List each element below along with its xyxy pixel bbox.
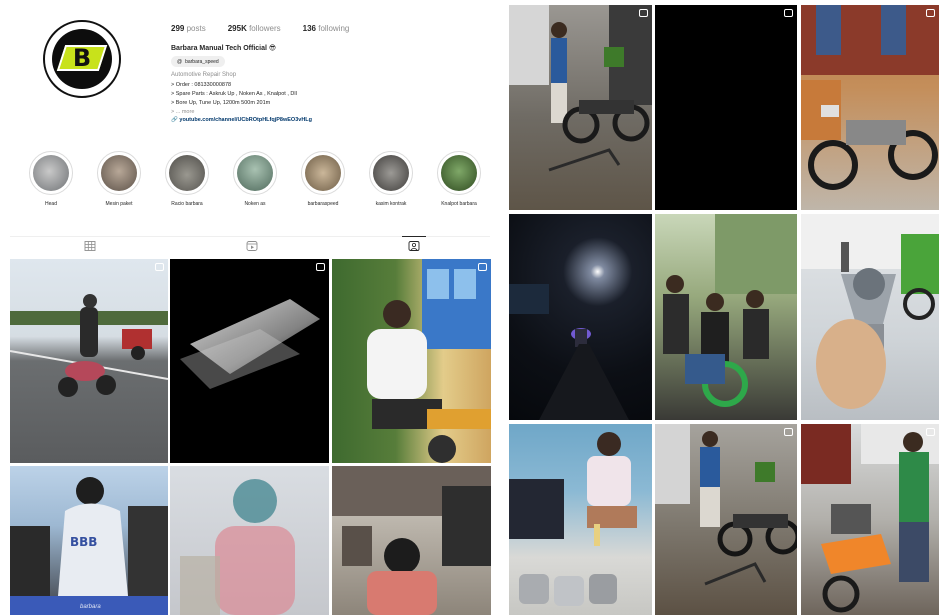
posts-stat[interactable]: 299 posts — [171, 24, 206, 33]
post-grid: BBB barbara — [10, 259, 491, 615]
post-grid-right — [509, 5, 939, 615]
highlight-thumbnail — [33, 155, 69, 191]
highlight-label: Head — [45, 201, 57, 207]
highlight-item[interactable]: Racio barbara — [164, 151, 210, 207]
profile-tabs — [10, 236, 490, 256]
active-tab-indicator — [402, 236, 426, 237]
highlight-label: Knalpot barbara — [441, 201, 477, 207]
brand-logo-icon: B — [52, 29, 112, 89]
post-image-motorcycle-stand — [509, 5, 652, 172]
highlight-label: Noken as — [244, 201, 266, 207]
highlight-item[interactable]: Knalpot barbara — [436, 151, 482, 207]
post-image-sitting-men — [509, 432, 637, 606]
reel-icon — [478, 263, 487, 271]
post-image-mechanic — [367, 259, 491, 463]
profile-page: B 299 posts 295K followers 136 following… — [0, 0, 500, 615]
profile-bio: > Order : 081330000878 > Spare Parts : A… — [171, 81, 421, 117]
following-stat[interactable]: 136 following — [303, 24, 350, 33]
highlight-thumbnail — [169, 155, 205, 191]
reel-icon — [926, 428, 935, 436]
post-thumbnail[interactable] — [332, 259, 491, 463]
highlight-thumbnail — [305, 155, 341, 191]
highlight-thumbnail — [101, 155, 137, 191]
svg-text:BBB: BBB — [70, 535, 97, 549]
post-thumbnail[interactable] — [170, 466, 329, 615]
post-thumbnail[interactable] — [655, 5, 797, 210]
highlight-label: barbaraspeed — [307, 201, 339, 207]
bio-more-link[interactable]: > ... more — [171, 108, 421, 117]
tagged-icon[interactable] — [408, 241, 420, 251]
post-thumbnail[interactable] — [655, 424, 797, 615]
profile-category: Automotive Repair Shop — [171, 72, 237, 78]
post-image-riders — [10, 294, 168, 397]
post-thumbnail[interactable] — [801, 214, 939, 420]
post-image-part-in-hand — [801, 214, 939, 409]
threads-icon: @ — [177, 58, 183, 65]
post-image-crowd: BBB — [10, 477, 168, 615]
post-image-bike-display — [801, 5, 939, 190]
highlight-label: Racio barbara — [171, 201, 203, 207]
highlight-item[interactable]: Head — [28, 151, 74, 207]
post-image-group-bike — [663, 214, 797, 407]
profile-stats: 299 posts 295K followers 136 following — [171, 24, 349, 33]
highlight-thumbnail — [373, 155, 409, 191]
highlight-item[interactable]: Noken as — [232, 151, 278, 207]
grid-icon[interactable] — [84, 241, 96, 251]
threads-handle: barbara_speed — [185, 58, 219, 65]
reel-icon — [926, 9, 935, 17]
followers-stat[interactable]: 295K followers — [228, 24, 281, 33]
post-image-orange-bike — [801, 424, 939, 613]
post-thumbnail[interactable] — [509, 424, 652, 615]
post-thumbnail[interactable] — [655, 214, 797, 420]
highlight-label: Mesin paket — [105, 201, 133, 207]
reel-icon — [639, 9, 648, 17]
bio-line: > Spare Parts : Askruk Up , Noken As , K… — [171, 91, 297, 97]
post-image-motorcycle-stand-2 — [655, 424, 797, 586]
highlight-item[interactable]: kasim kontrak — [368, 151, 414, 207]
profile-link[interactable]: 🔗 youtube.com/channel/UCbROtpHLfqjP8wEO3… — [171, 117, 312, 123]
highlight-thumbnail — [237, 155, 273, 191]
reel-icon — [316, 263, 325, 271]
bio-line: > Bore Up, Tune Up, 1200m 500m 201m — [171, 100, 271, 106]
profile-avatar[interactable]: B — [43, 20, 121, 98]
threads-badge[interactable]: @ barbara_speed — [171, 56, 225, 67]
link-icon: 🔗 — [171, 117, 178, 123]
post-watermark: barbara — [80, 604, 101, 610]
highlight-label: kasim kontrak — [375, 201, 407, 207]
post-thumbnail[interactable] — [801, 424, 939, 615]
reel-icon — [784, 9, 793, 17]
highlight-item[interactable]: Mesin paket — [96, 151, 142, 207]
post-thumbnail[interactable] — [509, 5, 652, 210]
highlight-item[interactable]: barbaraspeed — [300, 151, 346, 207]
post-thumbnail[interactable] — [170, 259, 329, 463]
reels-icon[interactable] — [246, 241, 258, 251]
highlight-thumbnail — [441, 155, 477, 191]
post-thumbnail[interactable] — [10, 259, 168, 463]
post-thumbnail[interactable] — [332, 466, 491, 615]
post-thumbnail[interactable] — [801, 5, 939, 210]
post-thumbnail[interactable]: BBB barbara — [10, 466, 168, 615]
bio-line: > Order : 081330000878 — [171, 82, 232, 88]
screenshot-collage: B 299 posts 295K followers 136 following… — [0, 0, 939, 615]
story-highlights: Head Mesin paket Racio barbara Noken as … — [28, 151, 498, 211]
post-image-blur — [180, 299, 320, 389]
post-image-workshop — [332, 466, 491, 615]
post-thumbnail[interactable] — [509, 214, 652, 420]
profile-link-text: youtube.com/channel/UCbROtpHLfqjP8wEO3vH… — [179, 117, 313, 123]
reel-icon — [155, 263, 164, 271]
post-image-night-ride — [509, 284, 629, 420]
reel-icon — [784, 428, 793, 436]
display-name: Barbara Manual Tech Official 😎 — [171, 45, 277, 52]
post-image-blurred-person — [180, 479, 295, 615]
